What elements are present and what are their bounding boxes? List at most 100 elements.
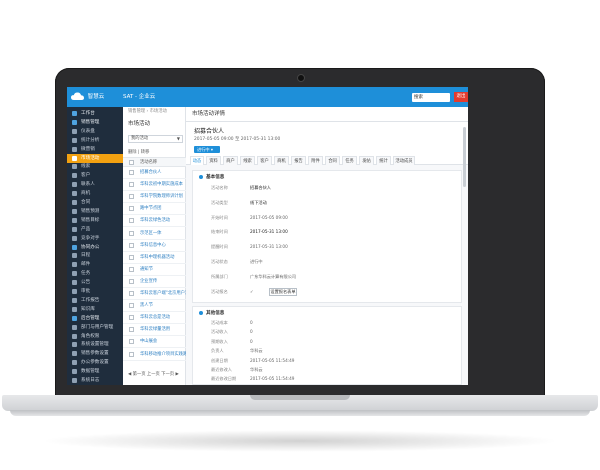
list-item[interactable]: 示范区一体 — [123, 229, 186, 240]
sidebar-item[interactable]: 市场活动 — [67, 153, 123, 163]
activity-link[interactable]: 华科学院数理师训计划 — [140, 192, 183, 202]
sidebar-item[interactable]: 统计分析 — [67, 136, 123, 145]
sidebar-item[interactable]: 微营销 — [67, 145, 123, 154]
tab[interactable]: 活动成员 — [393, 156, 415, 165]
tab[interactable]: 资料 — [206, 156, 221, 165]
sidebar-item[interactable]: 销售预测 — [67, 207, 123, 216]
row-checkbox[interactable] — [129, 218, 134, 224]
sidebar-item[interactable]: 审批 — [67, 287, 123, 296]
row-checkbox[interactable] — [129, 242, 134, 248]
sidebar-item[interactable]: 竞争对手 — [67, 234, 123, 243]
row-checkbox[interactable] — [129, 303, 134, 309]
sidebar-item[interactable]: 销售管理 — [67, 118, 123, 127]
sidebar-item[interactable]: 联系人 — [67, 180, 123, 189]
sidebar-item[interactable]: 邮件 — [67, 260, 123, 269]
list-item[interactable]: 企业宣传 — [123, 277, 186, 288]
row-checkbox[interactable] — [129, 327, 134, 333]
sidebar-item[interactable]: 数据管理 — [67, 367, 123, 376]
list-item[interactable]: 招募合伙人 — [123, 168, 186, 179]
tab[interactable]: 附件 — [308, 156, 323, 165]
activity-link[interactable]: 企业宣传 — [140, 277, 157, 287]
list-item[interactable]: 通知节 — [123, 265, 186, 276]
activity-link[interactable]: 华科移动推介项目实践路演 — [140, 350, 192, 360]
row-checkbox[interactable] — [129, 194, 134, 200]
tab[interactable]: 商机 — [274, 156, 289, 165]
vertical-scrollbar[interactable] — [463, 127, 466, 187]
tab[interactable]: 统计 — [376, 156, 391, 165]
row-checkbox[interactable] — [129, 206, 134, 212]
list-operations[interactable]: 删除 | 转移 — [128, 149, 149, 155]
row-checkbox[interactable] — [129, 339, 134, 345]
sidebar-item[interactable]: 日程 — [67, 251, 123, 260]
sidebar-item[interactable]: 线索 — [67, 162, 123, 171]
row-checkbox[interactable] — [129, 315, 134, 321]
list-item[interactable]: 华科云绿色活动 — [123, 216, 186, 228]
tab[interactable]: 商户 — [223, 156, 238, 165]
sidebar-item[interactable]: 公告 — [67, 278, 123, 287]
activity-link[interactable]: 路中节点团 — [140, 204, 161, 214]
activity-link[interactable]: 通知节 — [140, 265, 153, 275]
tab[interactable]: 发帖 — [359, 156, 374, 165]
app-logo[interactable]: 智慧云 — [71, 91, 121, 103]
list-item[interactable]: 华科学院数理师训计划 — [123, 192, 186, 204]
status-dropdown-button[interactable]: 进行中 ▾ — [194, 146, 220, 153]
row-checkbox[interactable] — [129, 254, 134, 260]
sidebar-item[interactable]: 系统日志 — [67, 376, 123, 385]
tab[interactable]: 任务 — [342, 156, 357, 165]
activity-link[interactable]: 华科云总是活动 — [140, 313, 170, 323]
sidebar-item[interactable]: 工作台 — [67, 109, 123, 118]
sidebar-item[interactable]: 销售参数设置 — [67, 349, 123, 358]
list-item[interactable]: 华科云客户端"北京用户活动" — [123, 289, 196, 300]
row-checkbox[interactable] — [129, 291, 134, 296]
select-all-checkbox[interactable] — [129, 160, 134, 165]
activity-link[interactable]: 招募合伙人 — [140, 168, 161, 178]
list-item[interactable]: 黑人节 — [123, 301, 186, 313]
activity-link[interactable]: 黑人节 — [140, 301, 153, 311]
activity-filter-select[interactable]: 我的活动 ▼ — [128, 135, 183, 143]
tab[interactable]: 报告 — [291, 156, 306, 165]
activity-link[interactable]: 华科信息中心 — [140, 241, 166, 251]
row-checkbox[interactable] — [129, 278, 134, 284]
list-item[interactable]: 华科信息中心 — [123, 241, 186, 252]
sidebar-item[interactable]: 客户 — [67, 171, 123, 180]
pagination[interactable]: ◀ 第一页 上一页 下一页 ▶ — [128, 371, 179, 377]
activity-link[interactable]: 示范区一体 — [140, 229, 161, 239]
row-checkbox[interactable] — [129, 170, 134, 175]
logout-button[interactable]: 退出 — [454, 92, 468, 102]
activity-link[interactable]: 华科云绿量活用 — [140, 325, 170, 335]
sidebar-item[interactable]: 商机 — [67, 189, 123, 198]
activity-link[interactable]: 中山展会 — [140, 337, 157, 347]
tab[interactable]: 合同 — [325, 156, 340, 165]
list-item[interactable]: 路中节点团 — [123, 204, 186, 216]
tab[interactable]: 客户 — [257, 156, 272, 165]
list-item[interactable]: 华科移动推介项目实践路演 — [123, 350, 192, 361]
sidebar-item[interactable]: 协同办公 — [67, 243, 123, 252]
tab[interactable]: 动态 — [190, 156, 204, 165]
global-search-input[interactable]: 搜索 — [412, 93, 450, 102]
row-checkbox[interactable] — [129, 182, 134, 188]
sidebar-item[interactable]: 仪表盘 — [67, 127, 123, 136]
row-checkbox[interactable] — [129, 351, 134, 357]
row-checkbox[interactable] — [129, 230, 134, 236]
list-item[interactable]: 华科云绿量活用 — [123, 325, 186, 337]
sidebar-item[interactable]: 工作报告 — [67, 296, 123, 305]
sidebar-item[interactable]: 后台管理 — [67, 314, 123, 323]
sidebar-item[interactable]: 合同 — [67, 198, 123, 207]
signup-form-button[interactable]: 设置报名表单 — [269, 287, 297, 296]
activity-link[interactable]: 华科云初中期实施成本 — [140, 180, 183, 190]
sidebar-item[interactable]: 产品 — [67, 225, 123, 234]
list-item[interactable]: 华科中理机器活动 — [123, 253, 186, 264]
list-item[interactable]: 华科云初中期实施成本 — [123, 180, 186, 192]
sidebar-item[interactable]: 任务 — [67, 269, 123, 278]
activity-link[interactable]: 华科中理机器活动 — [140, 253, 174, 263]
sidebar-item[interactable]: 销售目标 — [67, 216, 123, 225]
list-item[interactable]: 华科云总是活动 — [123, 313, 186, 325]
sidebar-item[interactable]: 系统设置管理 — [67, 340, 123, 349]
sidebar-item[interactable]: 角色权限 — [67, 332, 123, 341]
sidebar-item[interactable]: 知识库 — [67, 305, 123, 314]
activity-link[interactable]: 华科云绿色活动 — [140, 216, 170, 226]
list-item[interactable]: 中山展会 — [123, 337, 186, 349]
row-checkbox[interactable] — [129, 266, 134, 272]
sidebar-item[interactable]: 部门与用户管理 — [67, 323, 123, 332]
tab[interactable]: 线索 — [240, 156, 255, 165]
